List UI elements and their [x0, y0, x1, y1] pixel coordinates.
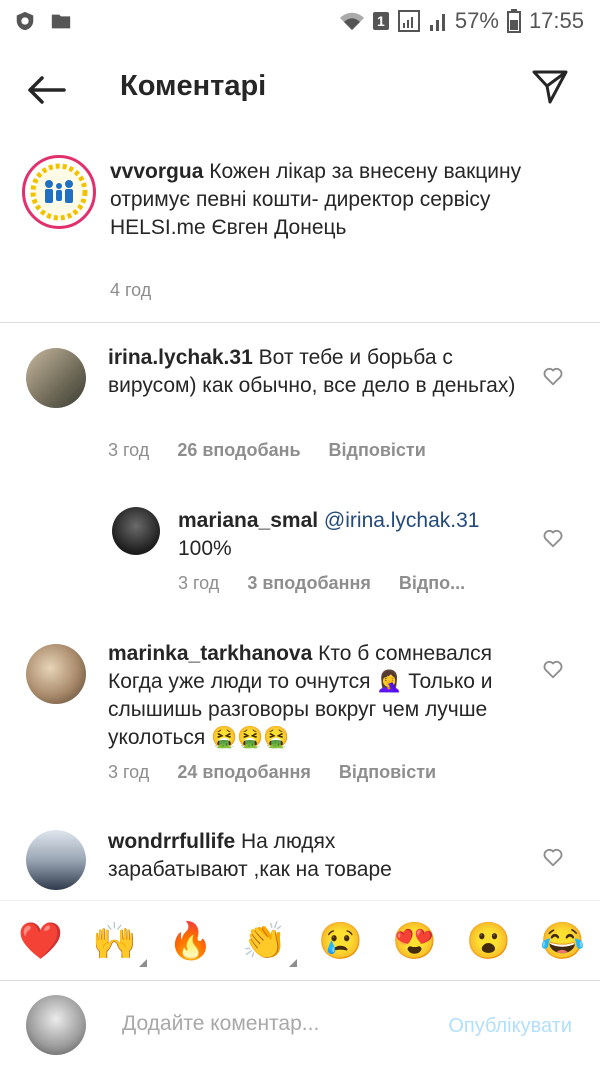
reply-button[interactable]: Відповісти — [329, 440, 426, 461]
divider — [0, 322, 600, 323]
emoji-raised-hands-button[interactable]: 🙌 — [92, 920, 147, 967]
arrow-left-icon[interactable] — [24, 68, 68, 112]
username[interactable]: vvvorgua — [110, 160, 203, 183]
timestamp: 4 год — [110, 280, 152, 300]
battery-percent: 57% — [454, 8, 499, 33]
emoji-heart-button[interactable]: ❤️ — [18, 921, 63, 961]
comment-meta: 3 год 3 вподобання Відпо... — [178, 573, 465, 594]
emoji-laugh-button[interactable]: 😂 — [540, 921, 585, 961]
comment-text: irina.lychak.31 Вот тебе и борьба с виру… — [108, 344, 528, 400]
emoji-raised-hands-glyph: 🙌 — [92, 920, 137, 961]
page-title: Коментарі — [120, 70, 267, 102]
folder-icon — [51, 14, 71, 29]
avatar[interactable] — [26, 830, 86, 890]
timestamp: 3 год — [108, 440, 150, 460]
username[interactable]: marinka_tarkhanova — [108, 642, 312, 665]
user-avatar — [26, 995, 86, 1055]
comment-text: wondrrfullife На людях зарабатывают ,как… — [108, 828, 428, 884]
comment-composer: Опублікувати — [0, 980, 600, 1066]
heart-icon[interactable] — [542, 527, 564, 549]
emoji-cry-button[interactable]: 😢 — [318, 921, 363, 961]
timestamp: 3 год — [108, 762, 150, 782]
username[interactable]: mariana_smal — [178, 509, 318, 532]
sim-badge: 1 — [372, 12, 389, 30]
heart-icon[interactable] — [542, 658, 564, 680]
emoji-clap-button[interactable]: 👏 — [242, 920, 297, 967]
username[interactable]: irina.lychak.31 — [108, 346, 253, 369]
family-logo-icon — [30, 163, 88, 221]
emoji-clap-glyph: 👏 — [242, 920, 287, 961]
caption-text: vvvorgua Кожен лікар за внесену вакцину … — [110, 158, 570, 242]
avatar[interactable] — [22, 155, 96, 229]
emoji-fire-button[interactable]: 🔥 — [168, 921, 213, 961]
emoji-surprised-button[interactable]: 😮 — [466, 921, 511, 961]
paper-plane-icon[interactable] — [530, 66, 570, 106]
likes-count[interactable]: 3 вподобання — [247, 573, 371, 594]
heart-icon[interactable] — [542, 846, 564, 868]
caption-meta: 4 год — [110, 280, 151, 301]
avatar[interactable] — [26, 348, 86, 408]
emoji-heart-eyes-button[interactable]: 😍 — [392, 921, 437, 961]
variant-indicator-icon — [138, 959, 147, 967]
comment-meta: 3 год 24 вподобання Відповісти — [108, 762, 436, 783]
likes-count[interactable]: 24 вподобання — [177, 762, 311, 783]
comment-input[interactable] — [120, 1005, 404, 1043]
comment-meta: 3 год 26 вподобань Відповісти — [108, 440, 426, 461]
emoji-bar: ❤️ 🙌 🔥 👏 😢 😍 😮 😂 — [0, 900, 600, 981]
battery-icon — [506, 9, 521, 33]
header: Коментарі — [0, 44, 600, 132]
wifi-icon — [339, 12, 364, 30]
comment-body: 100% — [178, 537, 232, 560]
shield-icon — [16, 11, 34, 31]
avatar[interactable] — [26, 644, 86, 704]
likes-count[interactable]: 26 вподобань — [177, 440, 300, 461]
clock: 17:55 — [528, 8, 584, 33]
comment-text: mariana_smal @irina.lychak.31 100% — [178, 507, 518, 563]
timestamp: 3 год — [178, 573, 220, 593]
publish-button[interactable]: Опублікувати — [448, 1015, 572, 1038]
avatar[interactable] — [112, 507, 160, 555]
signal-bars-icon — [429, 14, 445, 31]
signal-icon — [397, 10, 420, 32]
status-bar: 1 57% 17:55 — [0, 0, 600, 44]
mention-link[interactable]: @irina.lychak.31 — [318, 509, 480, 532]
variant-indicator-icon — [288, 959, 297, 967]
reply-button[interactable]: Відпо... — [399, 573, 465, 594]
reply-button[interactable]: Відповісти — [339, 762, 436, 783]
username[interactable]: wondrrfullife — [108, 830, 235, 853]
comment-text: marinka_tarkhanova Кто б сомневался Когд… — [108, 640, 528, 752]
heart-icon[interactable] — [542, 365, 564, 387]
